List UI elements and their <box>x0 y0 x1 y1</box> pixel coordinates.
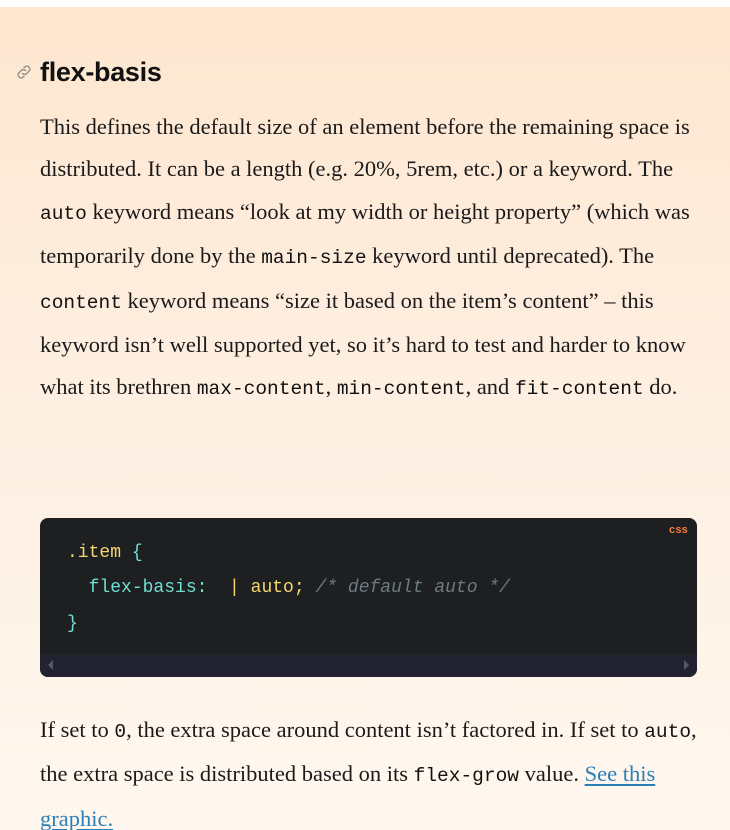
description-paragraph: This defines the default size of an elem… <box>40 106 700 411</box>
text: value. <box>518 761 585 787</box>
inline-code-main-size: main-size <box>261 247 367 270</box>
text: keyword until deprecated). The <box>366 243 655 269</box>
inline-code-max-content: max-content <box>196 378 326 401</box>
link-icon[interactable] <box>12 60 36 84</box>
code-line-3: } <box>67 614 78 634</box>
inline-code-min-content: min-content <box>336 378 466 401</box>
code-semicolon: ; <box>293 578 305 598</box>
section-heading: flex-basis <box>12 52 162 92</box>
text: This defines the default size of an elem… <box>40 114 690 182</box>
code-selector: .item <box>67 543 122 563</box>
text: If set to <box>40 717 115 742</box>
code-line-2: flex-basis: | auto; /* default auto */ <box>67 578 510 598</box>
code-comment: /* default auto */ <box>315 578 510 598</box>
text: , the extra space around content isn’t f… <box>126 717 645 742</box>
article-page: flex-basis This defines the default size… <box>0 7 730 830</box>
code-close-brace: } <box>67 614 78 634</box>
inline-code-flex-grow: flex-grow <box>413 765 519 788</box>
inline-code-zero: 0 <box>114 721 127 743</box>
section-title: flex-basis <box>40 56 162 87</box>
scroll-left-arrow-icon[interactable] <box>48 660 53 670</box>
inline-code-auto: auto <box>644 721 692 743</box>
code-value: auto <box>250 578 294 598</box>
inline-code-fit-content: fit-content <box>514 378 644 401</box>
text: , and <box>465 374 515 400</box>
code-block[interactable]: css .item { flex-basis: | auto; /* defau… <box>40 518 697 677</box>
text: , <box>325 374 337 400</box>
code-property: flex-basis: <box>88 578 208 598</box>
inline-code-auto: auto <box>40 202 87 225</box>
code-open-brace: { <box>121 543 143 563</box>
code-line-1: .item { <box>67 543 143 563</box>
text: do. <box>643 374 678 400</box>
inline-code-content: content <box>40 291 122 314</box>
horizontal-scrollbar[interactable] <box>40 655 697 677</box>
zero-auto-paragraph: If set to 0, the extra space around cont… <box>40 709 700 830</box>
scroll-right-arrow-icon[interactable] <box>684 660 689 670</box>
code-separator: | <box>229 578 251 598</box>
language-badge: css <box>669 524 688 536</box>
